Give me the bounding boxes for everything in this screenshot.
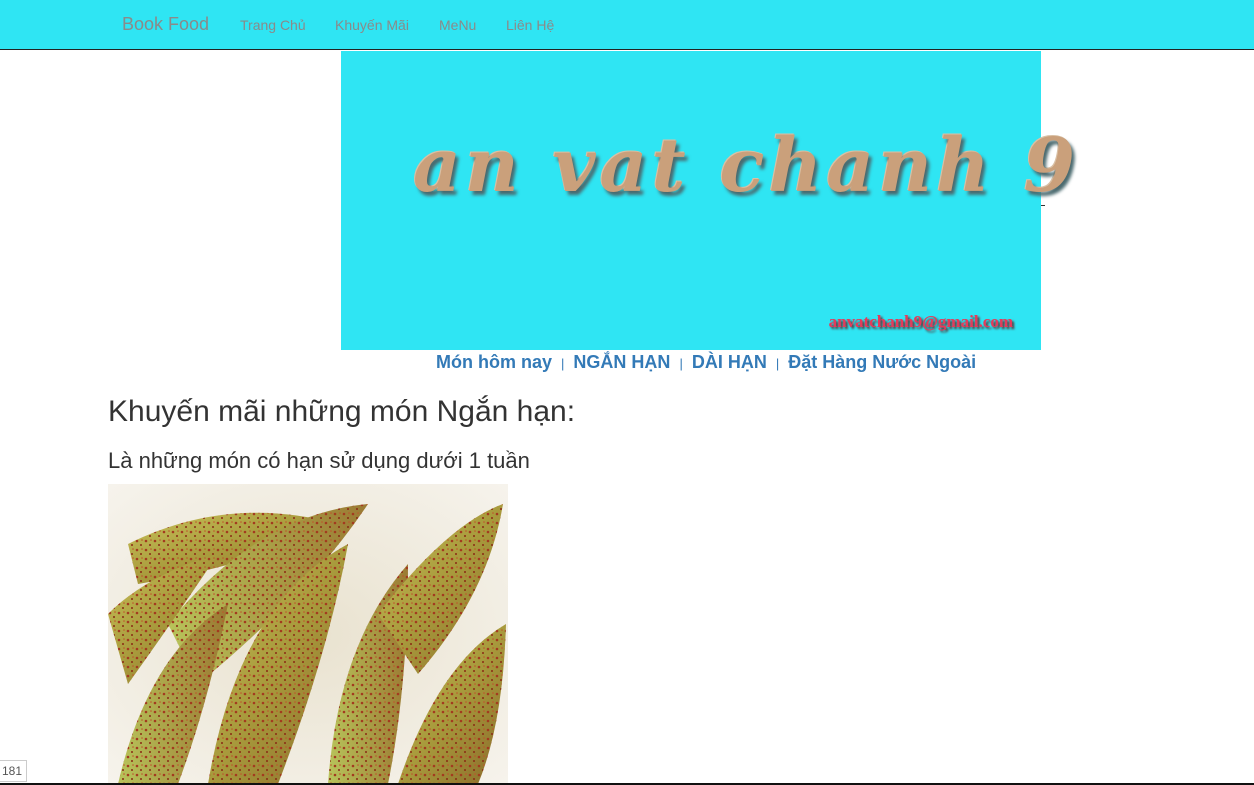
nav-item-contact[interactable]: Liên Hệ: [506, 17, 554, 33]
nav-item-menu[interactable]: MeNu: [439, 17, 476, 33]
nav-item-promotions[interactable]: Khuyến Mãi: [335, 17, 409, 33]
page-heading: Khuyến mãi những món Ngắn hạn:: [108, 395, 576, 428]
separator: |: [775, 356, 780, 371]
divider: [1041, 205, 1045, 206]
separator: |: [561, 356, 565, 371]
category-link-short-term[interactable]: NGẮN HẠN: [573, 352, 670, 372]
banner-email: anvatchanh9@gmail.com: [828, 312, 1013, 331]
category-link-overseas[interactable]: Đặt Hàng Nước Ngoài: [788, 352, 976, 372]
brand-link[interactable]: Book Food: [122, 14, 209, 35]
nav-item-home[interactable]: Trang Chủ: [240, 17, 306, 33]
food-photo: [108, 484, 508, 784]
category-link-today[interactable]: Món hôm nay: [436, 352, 552, 372]
category-nav: Món hôm nay | NGẮN HẠN | DÀI HẠN | Đặt H…: [436, 352, 976, 373]
visit-counter: 181: [0, 760, 28, 782]
separator: |: [679, 356, 683, 371]
food-photo-icon: [108, 484, 508, 784]
banner-title: an vat chanh 9: [413, 123, 1080, 209]
banner-image: an vat chanh 9 anvatchanh9@gmail.com: [341, 51, 1075, 350]
category-link-long-term[interactable]: DÀI HẠN: [692, 352, 767, 372]
top-navbar: Book Food Trang Chủ Khuyến Mãi MeNu Liên…: [0, 0, 1254, 50]
page-subheading: Là những món có hạn sử dụng dưới 1 tuần: [108, 448, 530, 473]
